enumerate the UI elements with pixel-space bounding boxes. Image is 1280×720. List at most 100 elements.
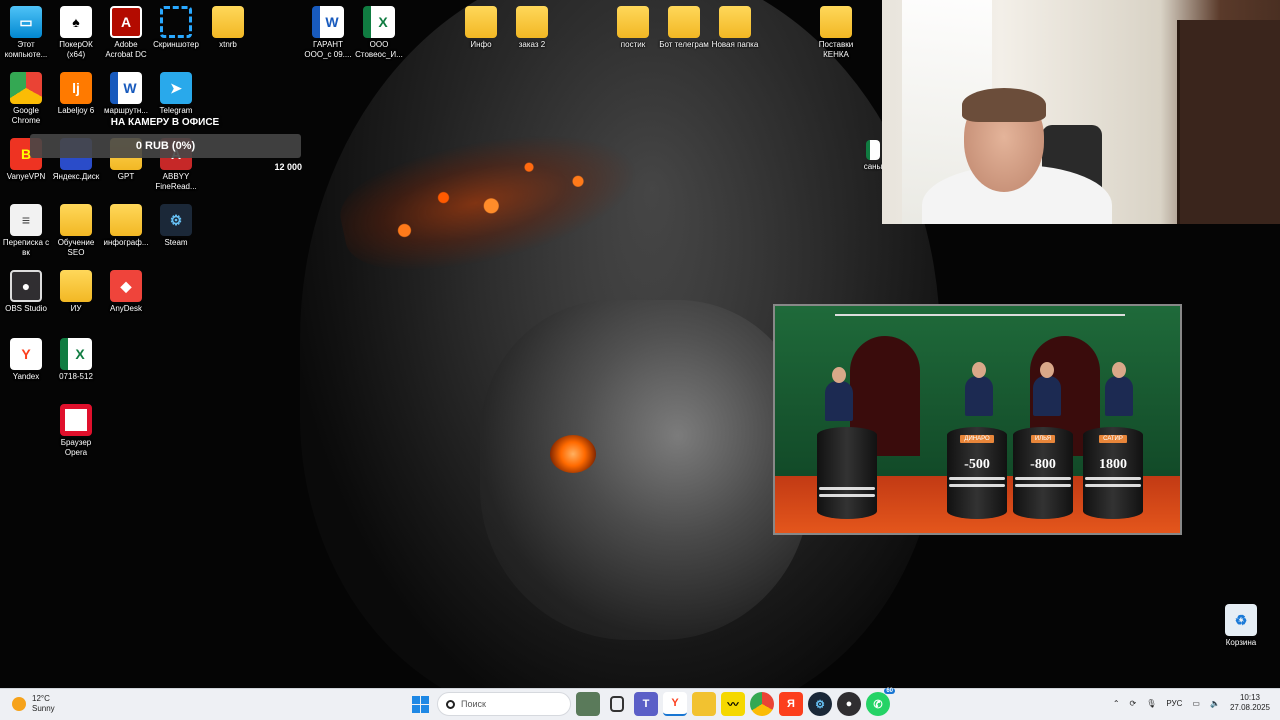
chrome-icon[interactable]	[750, 692, 774, 716]
contestant-podium: ДИНАРО -500	[947, 427, 1007, 519]
desktop-icon-label: Labeljoy 6	[57, 106, 95, 115]
weather-widget[interactable]: 12°C Sunny	[12, 694, 55, 714]
desktop-icon-label: ИУ	[70, 304, 82, 313]
donation-goal-amount: 12 000	[274, 162, 302, 172]
desktop-icon-steam[interactable]: ⚙ Steam	[150, 204, 202, 248]
desktop-icon-marshrut[interactable]: W маршрутн...	[100, 72, 152, 116]
desktop-icon-label: Обучение SEO	[57, 238, 95, 257]
weather-text: 12°C Sunny	[32, 694, 55, 714]
contestant-score: -500	[964, 457, 990, 472]
chrome-icon	[10, 72, 42, 104]
desktop-icon-acrobat[interactable]: A Adobe Acrobat DC	[100, 6, 152, 60]
video-contestant	[1105, 362, 1133, 416]
desktop-icon-infograf[interactable]: инфограф...	[100, 204, 152, 248]
recycle-bin-icon: ♻	[1225, 604, 1257, 636]
video-contestant	[965, 362, 993, 416]
contestant-podium: САТИР 1800	[1083, 427, 1143, 519]
desktop-icon-label: OBS Studio	[5, 304, 47, 313]
poker-icon: ♠	[60, 6, 92, 38]
desktop-icon-opera[interactable]: Браузер Opera	[50, 404, 102, 458]
podium-ring	[949, 484, 1005, 487]
steam-icon[interactable]: ⚙	[808, 692, 832, 716]
desktop-icon-seo[interactable]: Обучение SEO	[50, 204, 102, 258]
game-show-video: ДИНАРО -500 ИЛЬЯ -800 САТИР 1800	[773, 304, 1182, 535]
taskbar: 12°C Sunny Поиск T Y 〰 Я ⚙ ● ✆ 60 ⌃ ⟳ 🎙 …	[0, 688, 1280, 720]
search-placeholder: Поиск	[461, 699, 486, 709]
desktop-icon-telegram[interactable]: ➤ Telegram	[150, 72, 202, 116]
tradingview-icon[interactable]: 〰	[721, 692, 745, 716]
teams-icon[interactable]: T	[634, 692, 658, 716]
file-explorer-icon[interactable]	[692, 692, 716, 716]
desktop-icon-label: ABBYY FineRead...	[155, 172, 197, 191]
desktop-icon-ooo-stoveos[interactable]: X ООО Стовеос_И...	[353, 6, 405, 60]
desktop-icon-iu[interactable]: ИУ	[50, 270, 102, 314]
windows-logo-tile	[420, 704, 429, 713]
desktop-icon-labeljoy[interactable]: lj Labeljoy 6	[50, 72, 102, 116]
webcam-wardrobe	[1177, 20, 1280, 224]
task-view-icon[interactable]	[610, 696, 624, 712]
microphone-icon[interactable]: 🎙	[1146, 699, 1156, 708]
podium-ring	[1015, 477, 1071, 480]
desktop-icon-label: Новая папка	[711, 40, 759, 49]
screenshot-icon	[160, 6, 192, 38]
podium-ring	[949, 477, 1005, 480]
wallpaper-face	[480, 300, 810, 640]
desktop-icon-label: Переписка с вк	[2, 238, 50, 257]
desktop-icon-this-pc[interactable]: ▭ Этот компьюте...	[0, 6, 52, 60]
desktop-icon-anydesk[interactable]: ◆ AnyDesk	[100, 270, 152, 314]
podium-ring	[819, 487, 875, 490]
video-contestant	[1033, 362, 1061, 416]
desktop-icon-new-folder[interactable]: Новая папка	[709, 6, 761, 50]
start-button[interactable]	[408, 692, 432, 716]
desktop-icon-bot-telegram[interactable]: Бот телеграм	[658, 6, 710, 50]
desktop-icon-label: маршрутн...	[104, 106, 148, 115]
taskbar-search[interactable]: Поиск	[437, 692, 571, 716]
obs-icon[interactable]: ●	[837, 692, 861, 716]
weather-desc: Sunny	[32, 704, 55, 713]
excel-icon: X	[60, 338, 92, 370]
desktop-icon-postik[interactable]: постик	[607, 6, 659, 50]
desktop-icon-label: инфограф...	[103, 238, 149, 247]
folder-icon	[719, 6, 751, 38]
word-icon: W	[110, 72, 142, 104]
folder-icon	[60, 270, 92, 302]
anydesk-icon: ◆	[110, 270, 142, 302]
network-icon[interactable]: ▭	[1192, 699, 1200, 708]
search-icon	[446, 699, 455, 709]
contestant-score: -800	[1030, 457, 1056, 472]
yandex-browser-icon[interactable]: Y	[663, 692, 687, 716]
desktop-icon-label: Корзина	[1225, 638, 1257, 647]
desktop-icon-label: Yandex	[12, 372, 40, 381]
desktop-icon-0718-512[interactable]: X 0718-512	[50, 338, 102, 382]
desktop-icon-recycle-bin[interactable]: ♻ Корзина	[1215, 604, 1267, 648]
desktop-icon-xtnrb[interactable]: xtnrb	[202, 6, 254, 50]
desktop-icon-postavki-kenka[interactable]: Поставки КЕНКА	[810, 6, 862, 60]
yandex-icon[interactable]: Я	[779, 692, 803, 716]
language-indicator[interactable]: РУС	[1166, 699, 1182, 708]
desktop-icon-label: VanyeVPN	[6, 172, 46, 181]
desktop-icon-obs[interactable]: ● OBS Studio	[0, 270, 52, 314]
excel-icon: X	[363, 6, 395, 38]
donation-progress-bar: 0 RUB (0%)	[30, 134, 301, 158]
obs-icon: ●	[10, 270, 42, 302]
desktop-icon-screenshoter[interactable]: Скриншотер	[150, 6, 202, 50]
desktop-icon-info[interactable]: Инфо	[455, 6, 507, 50]
desktop-icon-zakaz2[interactable]: заказ 2	[506, 6, 558, 50]
volume-icon[interactable]: 🔈	[1210, 699, 1220, 708]
sun-icon	[12, 697, 26, 711]
podium-ring	[1015, 484, 1071, 487]
desktop-icon-garant[interactable]: W ГАРАНТ ООО_с 09....	[302, 6, 354, 60]
taskbar-apps: Поиск T Y 〰 Я ⚙ ● ✆ 60	[408, 688, 895, 716]
desktop-icon-perepiska[interactable]: ≡ Переписка с вк	[0, 204, 52, 258]
desktop-icon-label: AnyDesk	[109, 304, 142, 313]
desktop-icon-yandex[interactable]: Y Yandex	[0, 338, 52, 382]
taskbar-game-app-icon[interactable]	[576, 692, 600, 716]
whatsapp-icon[interactable]: ✆ 60	[866, 688, 895, 716]
chevron-up-icon[interactable]: ⌃	[1113, 699, 1120, 708]
desktop-icon-pokerok[interactable]: ♠ ПокерОК (x64)	[50, 6, 102, 60]
clock[interactable]: 10:13 27.08.2025	[1230, 693, 1270, 713]
video-light-stripe	[835, 314, 1125, 316]
video-host-podium	[817, 427, 877, 519]
sync-icon[interactable]: ⟳	[1130, 699, 1137, 708]
folder-icon	[465, 6, 497, 38]
